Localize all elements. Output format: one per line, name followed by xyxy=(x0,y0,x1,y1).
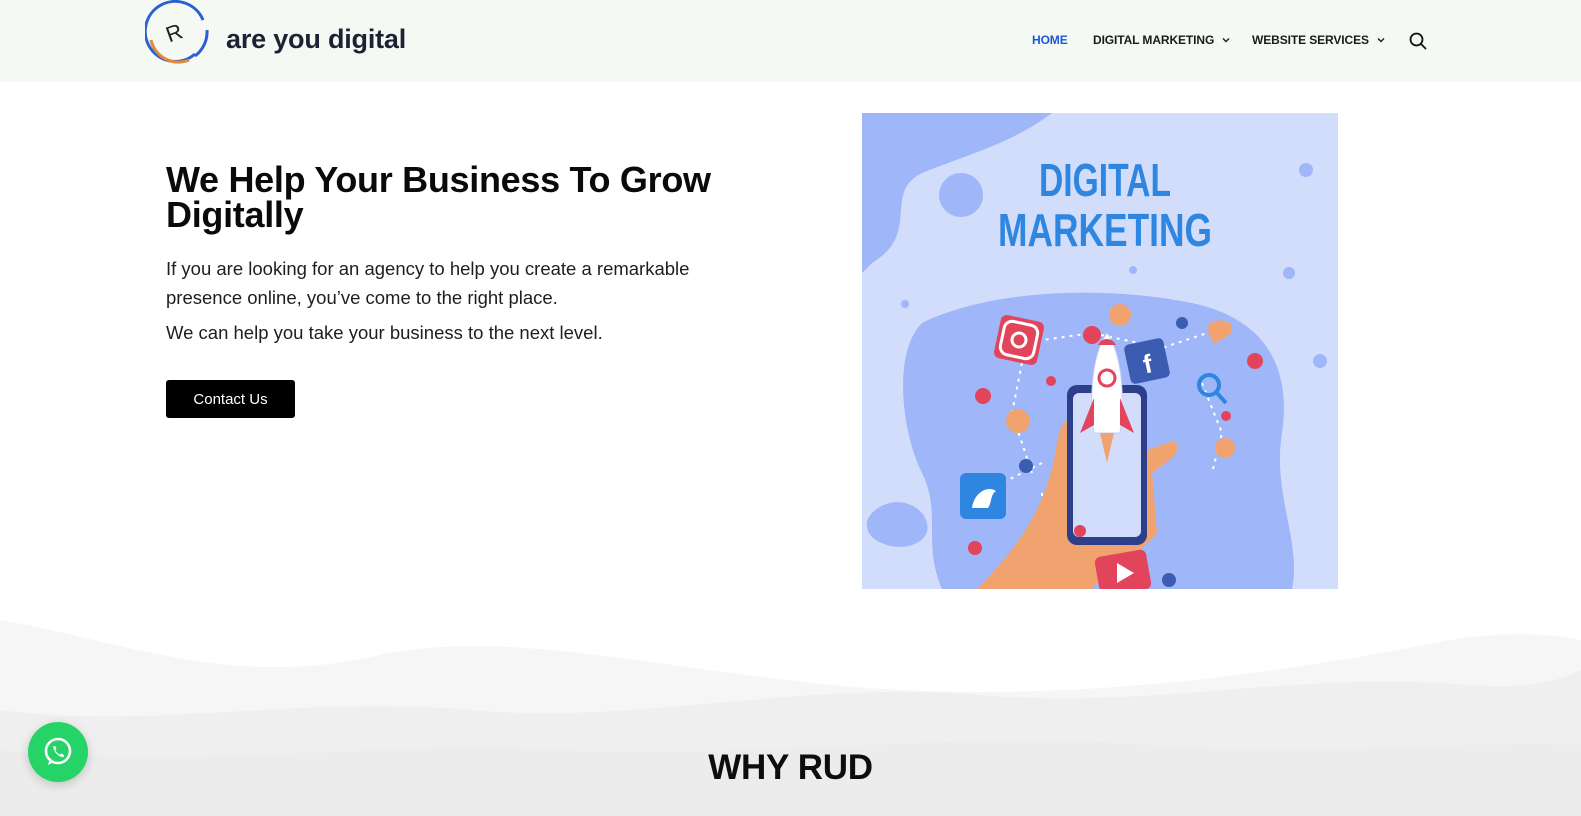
chevron-down-icon xyxy=(1377,38,1385,43)
search-icon xyxy=(1409,32,1427,50)
site-header: R are you digital HOME DIGITAL MARKETING… xyxy=(0,0,1581,82)
hero-paragraph-2: We can help you take your business to th… xyxy=(166,322,603,343)
nav-digital-marketing[interactable]: DIGITAL MARKETING xyxy=(1093,33,1231,47)
search-button[interactable] xyxy=(1408,31,1428,51)
why-section-title: WHY RUD xyxy=(708,748,873,787)
illustration-line-1: DIGITAL xyxy=(1039,154,1171,206)
nav-digital-marketing-label: DIGITAL MARKETING xyxy=(1093,33,1215,47)
nav-website-services-label: WEBSITE SERVICES xyxy=(1252,33,1369,47)
chevron-down-icon xyxy=(1222,38,1230,43)
nav-website-services[interactable]: WEBSITE SERVICES xyxy=(1252,33,1386,47)
whatsapp-chat-button[interactable] xyxy=(28,722,88,782)
hero-paragraph-1: If you are looking for an agency to help… xyxy=(166,258,690,308)
hero-title: We Help Your Business To Grow Digitally xyxy=(166,159,711,235)
contact-us-button[interactable]: Contact Us xyxy=(166,380,295,418)
nav-home[interactable]: HOME xyxy=(1032,33,1068,47)
illustration-line-2: MARKETING xyxy=(998,204,1212,256)
logo-letter: R xyxy=(162,18,185,47)
logo-icon[interactable]: R xyxy=(143,0,209,64)
whatsapp-icon xyxy=(44,737,72,765)
digital-marketing-illustration: DIGITAL MARKETING f xyxy=(862,113,1338,597)
nav-home-label: HOME xyxy=(1032,33,1068,47)
brand-name[interactable]: are you digital xyxy=(226,24,406,55)
